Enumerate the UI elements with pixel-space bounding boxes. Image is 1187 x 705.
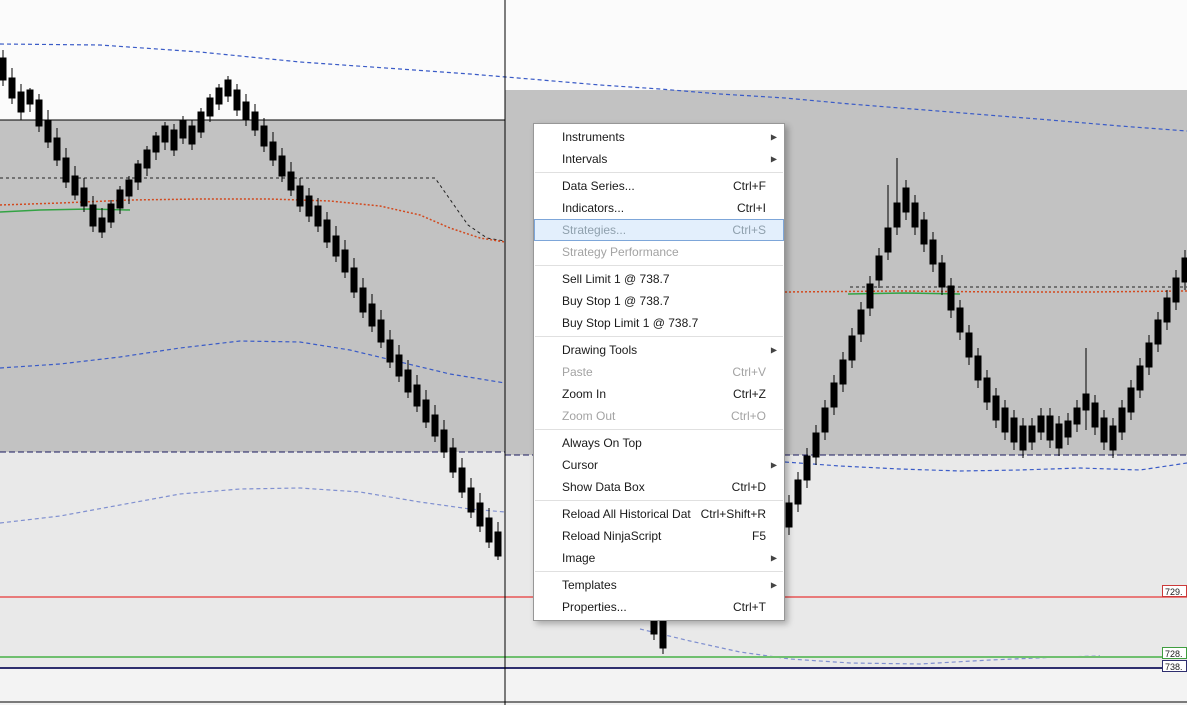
menu-item-buy-stop-limit-1-738-7[interactable]: Buy Stop Limit 1 @ 738.7: [534, 312, 784, 334]
menu-item-strategies[interactable]: Strategies... Ctrl+S: [534, 219, 784, 241]
menu-item-shortcut: Ctrl+V: [732, 365, 766, 379]
price-axis-label: 728.: [1162, 647, 1187, 659]
menu-item-properties[interactable]: Properties... Ctrl+T: [534, 596, 784, 618]
menu-item-shortcut: F5: [751, 529, 766, 543]
menu-item-label: Drawing Tools: [562, 343, 638, 357]
menu-separator: [535, 429, 783, 430]
menu-item-strategy-performance: Strategy Performance: [534, 241, 784, 263]
menu-item-label: Data Series...: [562, 179, 635, 193]
candle: [233, 84, 241, 116]
menu-item-label: Buy Stop Limit 1 @ 738.7: [562, 316, 699, 330]
price-axis-label: 738.: [1162, 660, 1187, 672]
menu-item-label: Always On Top: [562, 436, 642, 450]
menu-item-shortcut: Ctrl+O: [730, 409, 766, 423]
menu-item-instruments[interactable]: Instruments ▶: [534, 126, 784, 148]
menu-item-cursor[interactable]: Cursor ▶: [534, 454, 784, 476]
menu-item-shortcut: Ctrl+Shift+R: [700, 507, 766, 521]
menu-item-paste: Paste Ctrl+V: [534, 361, 784, 383]
price-axis-label: 729.: [1162, 585, 1187, 597]
menu-item-label: Indicators...: [562, 201, 625, 215]
candle: [17, 84, 25, 120]
menu-item-reload-all-historical-data[interactable]: Reload All Historical Data Ctrl+Shift+R: [534, 503, 784, 525]
candle: [224, 76, 232, 102]
submenu-arrow-icon: ▶: [770, 345, 777, 355]
menu-item-indicators[interactable]: Indicators... Ctrl+I: [534, 197, 784, 219]
menu-item-zoom-out: Zoom Out Ctrl+O: [534, 405, 784, 427]
menu-item-shortcut: Ctrl+F: [733, 179, 766, 193]
menu-item-shortcut: Ctrl+S: [732, 223, 766, 237]
submenu-arrow-icon: ▶: [770, 553, 777, 563]
menu-item-label: Reload All Historical Data: [562, 507, 691, 521]
menu-separator: [535, 336, 783, 337]
menu-item-label: Strategy Performance: [562, 245, 679, 259]
menu-item-shortcut: Ctrl+D: [731, 480, 766, 494]
menu-item-label: Image: [562, 551, 596, 565]
menu-item-shortcut: Ctrl+Z: [733, 387, 766, 401]
menu-item-sell-limit-1-738-7[interactable]: Sell Limit 1 @ 738.7: [534, 268, 784, 290]
menu-item-label: Buy Stop 1 @ 738.7: [562, 294, 670, 308]
menu-item-zoom-in[interactable]: Zoom In Ctrl+Z: [534, 383, 784, 405]
submenu-arrow-icon: ▶: [770, 460, 777, 470]
menu-separator: [535, 172, 783, 173]
menu-item-label: Templates: [562, 578, 617, 592]
menu-separator: [535, 571, 783, 572]
candle: [26, 88, 34, 112]
menu-item-label: Intervals: [562, 152, 608, 166]
candle: [35, 94, 43, 132]
menu-item-image[interactable]: Image ▶: [534, 547, 784, 569]
menu-item-label: Instruments: [562, 130, 625, 144]
submenu-arrow-icon: ▶: [770, 154, 777, 164]
menu-separator: [535, 265, 783, 266]
candle: [215, 84, 223, 110]
candle: [8, 68, 16, 104]
region-bottom-strip: [0, 668, 1187, 705]
menu-item-label: Cursor: [562, 458, 599, 472]
menu-item-label: Show Data Box: [562, 480, 645, 494]
menu-item-label: Paste: [562, 365, 593, 379]
context-menu: Instruments ▶ Intervals ▶ Data Series... Ctrl…: [533, 123, 785, 621]
menu-item-data-series[interactable]: Data Series... Ctrl+F: [534, 175, 784, 197]
candle: [0, 50, 7, 86]
menu-item-label: Reload NinjaScript: [562, 529, 662, 543]
menu-item-intervals[interactable]: Intervals ▶: [534, 148, 784, 170]
menu-item-shortcut: Ctrl+T: [733, 600, 766, 614]
menu-item-label: Sell Limit 1 @ 738.7: [562, 272, 670, 286]
menu-item-reload-ninjascript[interactable]: Reload NinjaScript F5: [534, 525, 784, 547]
candle: [206, 94, 214, 122]
menu-item-show-data-box[interactable]: Show Data Box Ctrl+D: [534, 476, 784, 498]
menu-separator: [535, 500, 783, 501]
menu-item-templates[interactable]: Templates ▶: [534, 574, 784, 596]
menu-item-shortcut: Ctrl+I: [736, 201, 766, 215]
line-orange-ma-right: [784, 290, 1187, 293]
menu-item-label: Properties...: [562, 600, 627, 614]
submenu-arrow-icon: ▶: [770, 132, 777, 142]
menu-item-label: Zoom In: [562, 387, 607, 401]
menu-item-drawing-tools[interactable]: Drawing Tools ▶: [534, 339, 784, 361]
menu-item-buy-stop-1-738-7[interactable]: Buy Stop 1 @ 738.7: [534, 290, 784, 312]
menu-item-always-on-top[interactable]: Always On Top: [534, 432, 784, 454]
menu-item-label: Zoom Out: [562, 409, 616, 423]
submenu-arrow-icon: ▶: [770, 580, 777, 590]
candle: [44, 110, 52, 148]
menu-item-label: Strategies...: [562, 223, 627, 237]
